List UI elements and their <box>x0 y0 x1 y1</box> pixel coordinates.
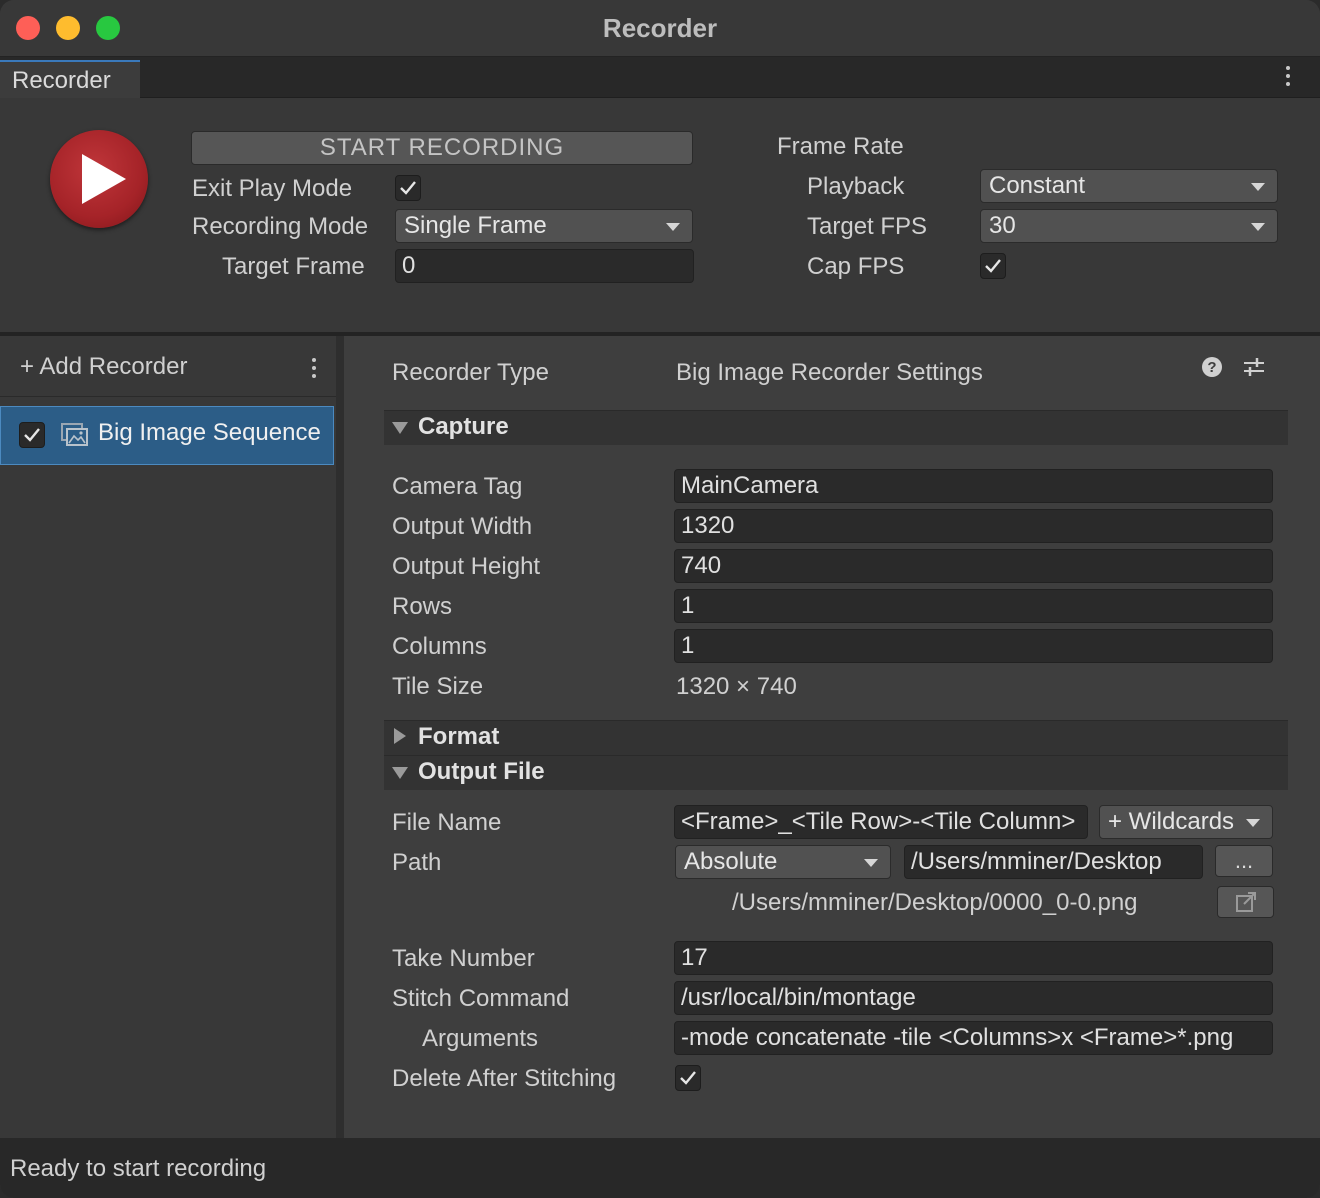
playback-label: Playback <box>807 173 905 200</box>
cap-fps-label: Cap FPS <box>807 253 905 280</box>
output-width-label: Output Width <box>392 513 533 540</box>
path-mode-value: Absolute <box>684 848 778 875</box>
recorder-enabled-checkbox[interactable] <box>19 422 45 448</box>
capture-section-header[interactable]: Capture <box>384 410 1288 445</box>
cap-fps-checkbox[interactable] <box>980 253 1006 279</box>
format-section-header[interactable]: Format <box>384 720 1288 755</box>
rows-label: Rows <box>392 593 453 620</box>
chevron-down-icon <box>864 859 878 867</box>
arguments-label: Arguments <box>422 1025 539 1052</box>
browse-path-button[interactable]: ... <box>1215 845 1273 877</box>
chevron-down-icon <box>392 422 408 434</box>
kebab-menu-icon[interactable] <box>1285 66 1291 86</box>
resolved-path-text: /Users/mminer/Desktop/0000_0-0.png <box>732 889 1138 916</box>
recorder-list-item-label: Big Image Sequence <box>98 419 321 446</box>
recording-mode-label: Recording Mode <box>192 213 369 240</box>
camera-tag-field[interactable]: MainCamera <box>674 469 1273 503</box>
target-fps-label: Target FPS <box>807 213 928 240</box>
checkmark-icon <box>985 259 1001 273</box>
take-number-label: Take Number <box>392 945 535 972</box>
add-recorder-button[interactable]: + Add Recorder <box>20 353 187 381</box>
panel-splitter[interactable] <box>336 336 344 1138</box>
chevron-down-icon <box>666 223 680 231</box>
stitch-command-label: Stitch Command <box>392 985 570 1012</box>
tile-size-value: 1320 × 740 <box>676 673 797 700</box>
file-name-field[interactable]: <Frame>_<Tile Row>-<Tile Column> <box>674 805 1088 839</box>
chevron-down-icon <box>1246 819 1260 827</box>
reveal-folder-icon <box>1236 892 1256 912</box>
frame-rate-label: Frame Rate <box>777 133 904 160</box>
recording-mode-dropdown[interactable]: Single Frame <box>395 209 693 243</box>
preset-sliders-icon[interactable] <box>1242 355 1266 379</box>
play-record-button[interactable] <box>50 130 148 228</box>
target-fps-value: 30 <box>989 212 1016 239</box>
target-fps-dropdown[interactable]: 30 <box>980 209 1278 243</box>
exit-play-mode-label: Exit Play Mode <box>192 175 353 202</box>
reveal-in-finder-button[interactable] <box>1217 886 1274 918</box>
tile-size-label: Tile Size <box>392 673 484 700</box>
chevron-down-icon <box>1251 223 1265 231</box>
wildcards-dropdown[interactable]: + Wildcards <box>1099 805 1273 839</box>
checkmark-icon <box>680 1071 696 1085</box>
output-file-section-title: Output File <box>418 758 545 785</box>
window-title: Recorder <box>602 13 718 43</box>
columns-field[interactable]: 1 <box>674 629 1273 663</box>
chevron-down-icon <box>392 767 408 779</box>
tab-recorder[interactable]: Recorder <box>0 60 140 98</box>
status-bar: Ready to start recording <box>0 1138 1320 1198</box>
checkmark-icon <box>400 181 416 195</box>
recorder-list-item[interactable]: Big Image Sequence <box>0 406 334 465</box>
help-icon[interactable]: ? <box>1200 355 1224 379</box>
checkmark-icon <box>24 428 40 442</box>
play-icon <box>82 154 126 204</box>
start-recording-button[interactable]: START RECORDING <box>191 131 693 165</box>
image-sequence-icon <box>61 423 88 446</box>
recorder-type-value: Big Image Recorder Settings <box>676 359 983 386</box>
output-width-field[interactable]: 1320 <box>674 509 1273 543</box>
recorder-type-label: Recorder Type <box>392 359 549 386</box>
delete-after-stitching-checkbox[interactable] <box>675 1065 701 1091</box>
wildcards-label: + Wildcards <box>1108 808 1235 835</box>
playback-value: Constant <box>989 172 1086 199</box>
add-recorder-row: + Add Recorder <box>0 336 336 397</box>
exit-play-mode-checkbox[interactable] <box>395 175 421 201</box>
output-height-field[interactable]: 740 <box>674 549 1273 583</box>
camera-tag-label: Camera Tag <box>392 473 523 500</box>
tab-bar: Recorder <box>0 57 1320 98</box>
take-number-field[interactable]: 17 <box>674 941 1273 975</box>
path-field[interactable]: /Users/mminer/Desktop <box>904 845 1203 879</box>
target-frame-label: Target Frame <box>222 253 365 280</box>
output-height-label: Output Height <box>392 553 541 580</box>
status-text: Ready to start recording <box>10 1155 267 1182</box>
chevron-down-icon <box>1251 183 1265 191</box>
output-file-section-header[interactable]: Output File <box>384 755 1288 790</box>
kebab-menu-icon[interactable] <box>311 358 317 378</box>
capture-section-title: Capture <box>418 413 509 440</box>
delete-after-stitching-label: Delete After Stitching <box>392 1065 617 1092</box>
path-label: Path <box>392 849 442 876</box>
format-section-title: Format <box>418 723 500 750</box>
arguments-field[interactable]: -mode concatenate -tile <Columns>x <Fram… <box>674 1021 1273 1055</box>
stitch-command-field[interactable]: /usr/local/bin/montage <box>674 981 1273 1015</box>
playback-dropdown[interactable]: Constant <box>980 169 1278 203</box>
rows-field[interactable]: 1 <box>674 589 1273 623</box>
svg-text:?: ? <box>1207 359 1216 376</box>
columns-label: Columns <box>392 633 487 660</box>
target-frame-field[interactable]: 0 <box>395 249 694 283</box>
path-mode-dropdown[interactable]: Absolute <box>675 845 891 879</box>
recorder-window: Recorder Recorder START RECORDING Exit P… <box>0 0 1320 1198</box>
chevron-right-icon <box>394 728 406 744</box>
recording-mode-value: Single Frame <box>404 212 547 239</box>
title-bar: Recorder <box>0 0 1320 57</box>
file-name-label: File Name <box>392 809 502 836</box>
